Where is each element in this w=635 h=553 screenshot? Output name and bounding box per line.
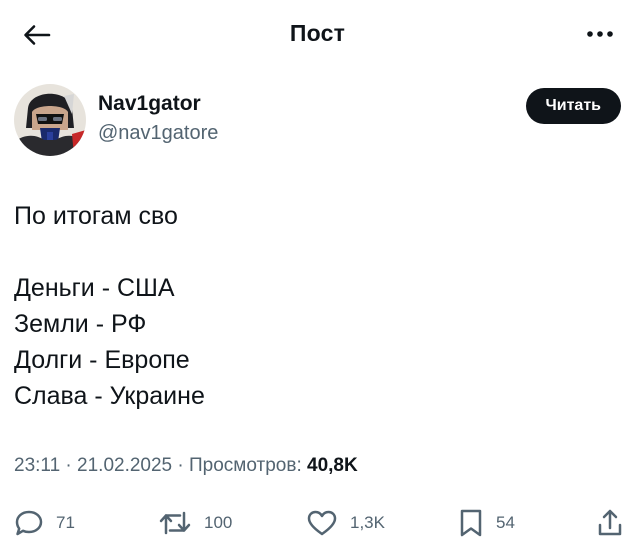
more-horizontal-icon [587, 31, 613, 37]
author-display-name[interactable]: Nav1gator [98, 92, 201, 116]
bookmark-count: 54 [496, 513, 515, 532]
more-options-button[interactable] [585, 24, 615, 44]
author-handle[interactable]: @nav1gatore [98, 122, 218, 145]
like-count: 1,3K [350, 513, 385, 532]
post-date[interactable]: 21.02.2025 [77, 455, 172, 476]
avatar[interactable] [14, 84, 86, 156]
bookmark-button[interactable]: 54 [458, 505, 515, 541]
meta-separator: · [65, 455, 72, 476]
reply-button[interactable]: 71 [14, 505, 75, 541]
bookmark-icon [460, 509, 482, 537]
post-text-line: Деньги - США [14, 274, 175, 302]
post-text-line: По итогам сво [14, 202, 178, 230]
post-text-line [14, 234, 614, 270]
post-time[interactable]: 23:11 [14, 455, 60, 476]
share-button[interactable] [596, 505, 624, 541]
reply-icon [15, 510, 43, 536]
meta-separator: · [177, 455, 184, 476]
action-bar: 71 100 1,3K 54 [0, 505, 635, 541]
heart-icon [307, 510, 337, 536]
post-text-line: Слава - Украине [14, 382, 205, 410]
repost-button[interactable]: 100 [158, 505, 232, 541]
repost-count: 100 [204, 513, 233, 532]
page-title: Пост [289, 20, 346, 46]
reply-count: 71 [56, 513, 75, 532]
views-label: Просмотров: [189, 455, 302, 476]
post-text-line: Земли - РФ [14, 310, 147, 338]
repost-icon [159, 511, 191, 535]
top-bar: Пост [0, 0, 635, 70]
views-count: 40,8K [307, 455, 358, 476]
follow-button[interactable]: Читать [525, 88, 621, 124]
post-text-line: Долги - Европе [14, 346, 190, 374]
post-text: По итогам сво Деньги - США Земли - РФ До… [14, 198, 614, 414]
post-meta: 23:11 · 21.02.2025 · Просмотров: 40,8K [14, 455, 358, 477]
share-icon [598, 509, 622, 536]
like-button[interactable]: 1,3K [306, 505, 385, 541]
